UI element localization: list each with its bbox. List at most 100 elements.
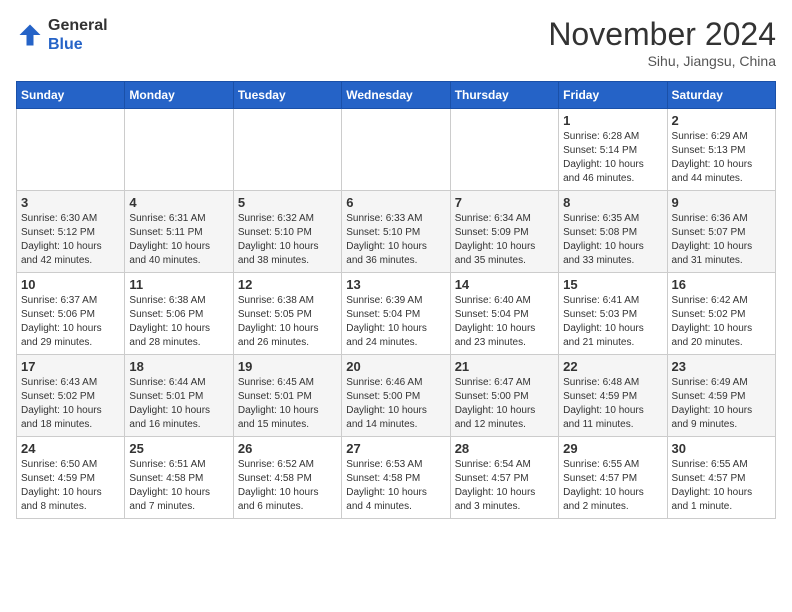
day-cell-17: 17 Sunrise: 6:43 AM Sunset: 5:02 PM Dayli…	[17, 355, 125, 437]
weekday-header-thursday: Thursday	[450, 82, 558, 109]
day-number: 19	[238, 359, 337, 374]
day-info: Sunrise: 6:43 AM Sunset: 5:02 PM Dayligh…	[21, 376, 120, 432]
day-info: Sunrise: 6:53 AM Sunset: 4:58 PM Dayligh…	[346, 458, 445, 514]
empty-cell	[450, 109, 558, 191]
day-cell-19: 19 Sunrise: 6:45 AM Sunset: 5:01 PM Dayli…	[233, 355, 341, 437]
day-number: 5	[238, 195, 337, 210]
day-cell-18: 18 Sunrise: 6:44 AM Sunset: 5:01 PM Dayli…	[125, 355, 233, 437]
day-cell-9: 9 Sunrise: 6:36 AM Sunset: 5:07 PM Daylig…	[667, 191, 775, 273]
day-info: Sunrise: 6:49 AM Sunset: 4:59 PM Dayligh…	[672, 376, 771, 432]
day-cell-25: 25 Sunrise: 6:51 AM Sunset: 4:58 PM Dayli…	[125, 437, 233, 519]
day-info: Sunrise: 6:52 AM Sunset: 4:58 PM Dayligh…	[238, 458, 337, 514]
day-info: Sunrise: 6:33 AM Sunset: 5:10 PM Dayligh…	[346, 212, 445, 268]
title-block: November 2024 Sihu, Jiangsu, China	[548, 16, 776, 69]
day-info: Sunrise: 6:29 AM Sunset: 5:13 PM Dayligh…	[672, 130, 771, 186]
day-cell-27: 27Sunrise: 6:53 AM Sunset: 4:58 PM Dayli…	[342, 437, 450, 519]
day-info: Sunrise: 6:44 AM Sunset: 5:01 PM Dayligh…	[129, 376, 228, 432]
logo-general: General	[48, 16, 108, 35]
logo: General Blue	[16, 16, 108, 54]
week-row-1: 1 Sunrise: 6:28 AM Sunset: 5:14 PM Daylig…	[17, 109, 776, 191]
day-cell-15: 15 Sunrise: 6:41 AM Sunset: 5:03 PM Dayli…	[559, 273, 667, 355]
day-number: 3	[21, 195, 120, 210]
day-cell-29: 29 Sunrise: 6:55 AM Sunset: 4:57 PM Dayli…	[559, 437, 667, 519]
day-number: 13	[346, 277, 445, 292]
day-cell-1: 1 Sunrise: 6:28 AM Sunset: 5:14 PM Daylig…	[559, 109, 667, 191]
day-cell-16: 16Sunrise: 6:42 AM Sunset: 5:02 PM Dayli…	[667, 273, 775, 355]
day-number: 21	[455, 359, 554, 374]
week-row-4: 17 Sunrise: 6:43 AM Sunset: 5:02 PM Dayli…	[17, 355, 776, 437]
day-cell-30: 30Sunrise: 6:55 AM Sunset: 4:57 PM Dayli…	[667, 437, 775, 519]
day-number: 14	[455, 277, 554, 292]
weekday-header-sunday: Sunday	[17, 82, 125, 109]
day-number: 29	[563, 441, 662, 456]
empty-cell	[233, 109, 341, 191]
logo-icon	[16, 21, 44, 49]
day-cell-22: 22Sunrise: 6:48 AM Sunset: 4:59 PM Dayli…	[559, 355, 667, 437]
day-info: Sunrise: 6:38 AM Sunset: 5:05 PM Dayligh…	[238, 294, 337, 350]
day-number: 9	[672, 195, 771, 210]
day-info: Sunrise: 6:54 AM Sunset: 4:57 PM Dayligh…	[455, 458, 554, 514]
day-number: 11	[129, 277, 228, 292]
day-info: Sunrise: 6:30 AM Sunset: 5:12 PM Dayligh…	[21, 212, 120, 268]
day-cell-14: 14Sunrise: 6:40 AM Sunset: 5:04 PM Dayli…	[450, 273, 558, 355]
day-number: 2	[672, 113, 771, 128]
day-cell-5: 5 Sunrise: 6:32 AM Sunset: 5:10 PM Daylig…	[233, 191, 341, 273]
day-info: Sunrise: 6:41 AM Sunset: 5:03 PM Dayligh…	[563, 294, 662, 350]
day-info: Sunrise: 6:45 AM Sunset: 5:01 PM Dayligh…	[238, 376, 337, 432]
day-number: 15	[563, 277, 662, 292]
day-number: 17	[21, 359, 120, 374]
day-cell-21: 21 Sunrise: 6:47 AM Sunset: 5:00 PM Dayli…	[450, 355, 558, 437]
page-header: General Blue November 2024 Sihu, Jiangsu…	[16, 16, 776, 69]
day-cell-13: 13 Sunrise: 6:39 AM Sunset: 5:04 PM Dayli…	[342, 273, 450, 355]
week-row-2: 3 Sunrise: 6:30 AM Sunset: 5:12 PM Daylig…	[17, 191, 776, 273]
logo-blue: Blue	[48, 35, 108, 54]
location: Sihu, Jiangsu, China	[548, 53, 776, 69]
day-info: Sunrise: 6:39 AM Sunset: 5:04 PM Dayligh…	[346, 294, 445, 350]
day-cell-7: 7Sunrise: 6:34 AM Sunset: 5:09 PM Daylig…	[450, 191, 558, 273]
weekday-header-tuesday: Tuesday	[233, 82, 341, 109]
day-cell-8: 8Sunrise: 6:35 AM Sunset: 5:08 PM Daylig…	[559, 191, 667, 273]
day-number: 4	[129, 195, 228, 210]
day-number: 23	[672, 359, 771, 374]
day-number: 18	[129, 359, 228, 374]
day-info: Sunrise: 6:38 AM Sunset: 5:06 PM Dayligh…	[129, 294, 228, 350]
day-number: 20	[346, 359, 445, 374]
day-cell-24: 24Sunrise: 6:50 AM Sunset: 4:59 PM Dayli…	[17, 437, 125, 519]
day-number: 28	[455, 441, 554, 456]
day-cell-23: 23 Sunrise: 6:49 AM Sunset: 4:59 PM Dayli…	[667, 355, 775, 437]
day-info: Sunrise: 6:28 AM Sunset: 5:14 PM Dayligh…	[563, 130, 662, 186]
day-cell-20: 20 Sunrise: 6:46 AM Sunset: 5:00 PM Dayli…	[342, 355, 450, 437]
day-cell-6: 6 Sunrise: 6:33 AM Sunset: 5:10 PM Daylig…	[342, 191, 450, 273]
day-info: Sunrise: 6:37 AM Sunset: 5:06 PM Dayligh…	[21, 294, 120, 350]
day-cell-11: 11 Sunrise: 6:38 AM Sunset: 5:06 PM Dayli…	[125, 273, 233, 355]
empty-cell	[17, 109, 125, 191]
month-title: November 2024	[548, 16, 776, 53]
day-cell-2: 2 Sunrise: 6:29 AM Sunset: 5:13 PM Daylig…	[667, 109, 775, 191]
day-cell-3: 3 Sunrise: 6:30 AM Sunset: 5:12 PM Daylig…	[17, 191, 125, 273]
weekday-header-saturday: Saturday	[667, 82, 775, 109]
day-number: 12	[238, 277, 337, 292]
weekday-header-monday: Monday	[125, 82, 233, 109]
day-cell-28: 28 Sunrise: 6:54 AM Sunset: 4:57 PM Dayli…	[450, 437, 558, 519]
day-info: Sunrise: 6:55 AM Sunset: 4:57 PM Dayligh…	[672, 458, 771, 514]
day-info: Sunrise: 6:46 AM Sunset: 5:00 PM Dayligh…	[346, 376, 445, 432]
day-info: Sunrise: 6:32 AM Sunset: 5:10 PM Dayligh…	[238, 212, 337, 268]
day-cell-4: 4 Sunrise: 6:31 AM Sunset: 5:11 PM Daylig…	[125, 191, 233, 273]
day-number: 10	[21, 277, 120, 292]
day-number: 8	[563, 195, 662, 210]
calendar-table: SundayMondayTuesdayWednesdayThursdayFrid…	[16, 81, 776, 519]
day-number: 22	[563, 359, 662, 374]
day-info: Sunrise: 6:31 AM Sunset: 5:11 PM Dayligh…	[129, 212, 228, 268]
day-info: Sunrise: 6:55 AM Sunset: 4:57 PM Dayligh…	[563, 458, 662, 514]
day-info: Sunrise: 6:51 AM Sunset: 4:58 PM Dayligh…	[129, 458, 228, 514]
day-number: 25	[129, 441, 228, 456]
empty-cell	[342, 109, 450, 191]
day-info: Sunrise: 6:42 AM Sunset: 5:02 PM Dayligh…	[672, 294, 771, 350]
day-number: 6	[346, 195, 445, 210]
day-info: Sunrise: 6:50 AM Sunset: 4:59 PM Dayligh…	[21, 458, 120, 514]
empty-cell	[125, 109, 233, 191]
day-info: Sunrise: 6:47 AM Sunset: 5:00 PM Dayligh…	[455, 376, 554, 432]
day-info: Sunrise: 6:36 AM Sunset: 5:07 PM Dayligh…	[672, 212, 771, 268]
day-number: 1	[563, 113, 662, 128]
day-cell-12: 12 Sunrise: 6:38 AM Sunset: 5:05 PM Dayli…	[233, 273, 341, 355]
